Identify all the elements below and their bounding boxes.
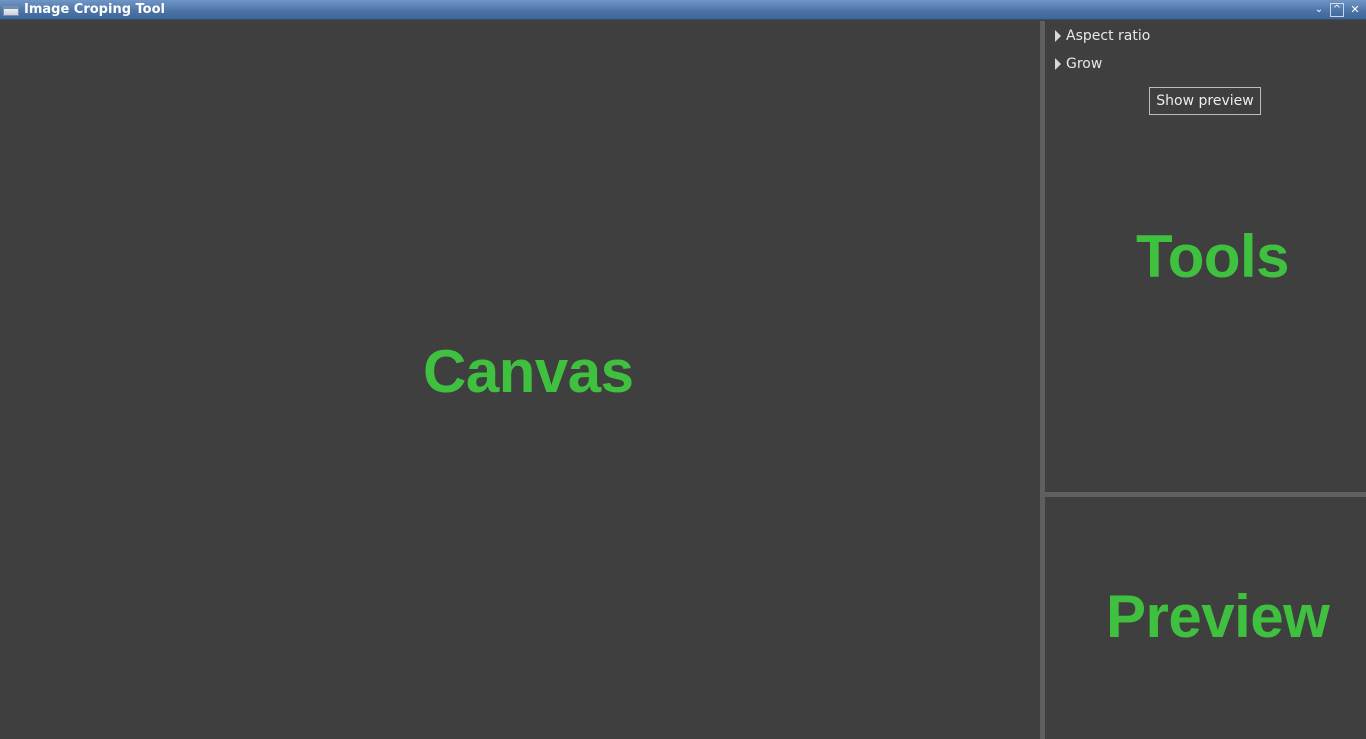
tree-item-label: Aspect ratio xyxy=(1066,28,1151,44)
tools-panel: Aspect ratio Grow Show preview Tools xyxy=(1045,21,1366,492)
canvas-area[interactable]: Canvas xyxy=(0,21,1040,739)
show-preview-button[interactable]: Show preview xyxy=(1149,87,1261,115)
tree-item-grow[interactable]: Grow xyxy=(1055,54,1115,74)
minimize-button[interactable]: ⌄ xyxy=(1312,3,1326,17)
tree-item-aspect-ratio[interactable]: Aspect ratio xyxy=(1055,26,1175,46)
window-icon xyxy=(3,6,19,16)
canvas-label: Canvas xyxy=(423,338,634,405)
maximize-button[interactable]: ^ xyxy=(1330,3,1344,17)
preview-label: Preview xyxy=(1106,583,1330,650)
expand-arrow-icon[interactable] xyxy=(1055,30,1061,42)
preview-panel: Preview xyxy=(1045,497,1366,739)
tree-item-label: Grow xyxy=(1066,56,1103,72)
expand-arrow-icon[interactable] xyxy=(1055,58,1061,70)
window-title: Image Croping Tool xyxy=(24,2,165,17)
tools-label: Tools xyxy=(1136,223,1290,290)
title-bar[interactable]: Image Croping Tool ⌄ ^ ✕ xyxy=(0,0,1366,20)
close-button[interactable]: ✕ xyxy=(1348,3,1362,17)
app-window: Image Croping Tool ⌄ ^ ✕ Canvas Aspect r… xyxy=(0,0,1366,739)
